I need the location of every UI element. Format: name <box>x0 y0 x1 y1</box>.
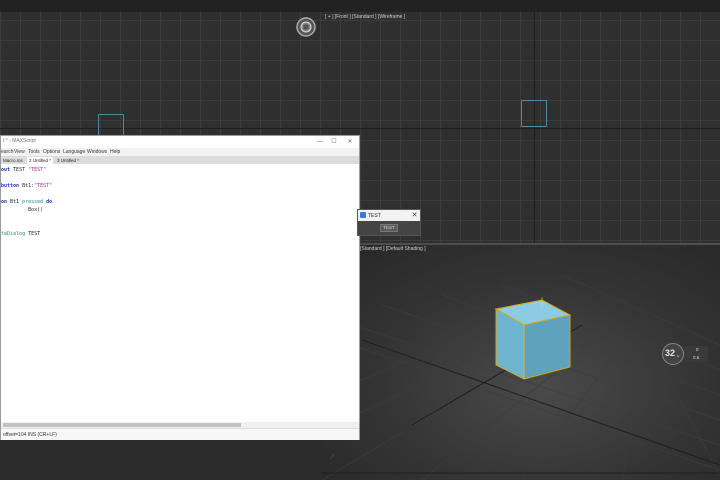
code-token: out <box>1 167 14 173</box>
tab-macro[interactable]: Macro.ms <box>1 157 25 164</box>
left-viewport-area <box>0 440 322 480</box>
code-line: out TEST "TEST" <box>1 166 46 174</box>
dialog-title: TEST <box>368 213 381 219</box>
code-token: pressed <box>22 199 47 205</box>
code-token: teDialog <box>1 231 29 237</box>
code-line: button Bt1:"TEST" <box>1 182 52 190</box>
code-line: Box() <box>1 206 43 214</box>
box-wireframe-outline[interactable] <box>521 100 547 127</box>
code-token: Box() <box>1 207 44 213</box>
code-token: "TEST" <box>34 183 53 189</box>
editor-menu-bar: earch View Tools Options Language Window… <box>1 148 359 156</box>
code-token: "TEST" <box>28 167 47 173</box>
gauge-line2: 0.6 <box>693 355 700 360</box>
code-token: Bt1 <box>10 199 23 205</box>
menu-language[interactable]: Language <box>63 149 85 155</box>
code-token: button <box>1 183 23 189</box>
tab-untitled-3[interactable]: 3 Untitled * <box>55 157 81 164</box>
grid-axis-vertical <box>534 12 535 244</box>
test-button[interactable]: TEST <box>380 224 398 232</box>
minimize-button[interactable]: — <box>315 137 325 147</box>
front-viewport-label[interactable]: [ + ] [Front ] [Standard ] [Wireframe ] <box>325 14 405 20</box>
scrollbar-thumb[interactable] <box>3 423 241 427</box>
close-button[interactable]: ✕ <box>345 137 355 147</box>
menu-search[interactable]: earch <box>1 149 14 155</box>
selected-box-object[interactable] <box>492 295 574 381</box>
menu-help[interactable]: Help <box>110 149 120 155</box>
menu-options[interactable]: Options <box>43 149 60 155</box>
status-text: offset=104 INS (CR+LF) <box>3 432 57 438</box>
perspective-viewport-label[interactable]: [Standard ] [Default Shading ] <box>360 246 426 252</box>
axis-tripod-icon: ⟋ <box>330 455 335 461</box>
status-bar: offset=104 INS (CR+LF) <box>1 428 359 440</box>
menu-tools[interactable]: Tools <box>28 149 40 155</box>
code-line: on Bt1 pressed do <box>1 198 52 206</box>
maxscript-editor-window[interactable]: t * - MAXScript — ☐ ✕ earch View Tools O… <box>0 135 360 440</box>
gauge-line1: 0 <box>696 347 699 352</box>
code-token: do <box>46 199 53 205</box>
gauge-widget[interactable]: 32 s 0 0.6 <box>662 343 710 365</box>
menu-windows[interactable]: Windows <box>87 149 107 155</box>
gauge-value: 32 <box>665 348 676 358</box>
gauge-unit: s <box>677 353 679 358</box>
steering-wheel-icon[interactable] <box>295 16 317 38</box>
maxscript-icon <box>360 212 366 218</box>
dialog-title-bar[interactable]: TEST ✕ <box>358 210 420 221</box>
code-token: Bt1: <box>22 183 35 189</box>
maximize-button[interactable]: ☐ <box>329 137 339 147</box>
editor-title: t * - MAXScript <box>3 138 36 144</box>
code-editor[interactable]: out TEST "TEST" button Bt1:"TEST" on Bt1 p… <box>1 164 359 422</box>
menu-view[interactable]: View <box>14 149 25 155</box>
code-token: on <box>1 199 11 205</box>
editor-tab-bar: Macro.ms 2 Untitled * 3 Untitled * <box>1 156 359 164</box>
code-token: TEST <box>28 231 41 237</box>
code-line: teDialog TEST <box>1 230 40 238</box>
tab-untitled-2[interactable]: 2 Untitled * <box>27 157 54 164</box>
test-rollout-dialog[interactable]: TEST ✕ TEST <box>357 209 421 236</box>
perspective-viewport[interactable]: [Standard ] [Default Shading ] ⟋ <box>322 245 720 480</box>
code-token: TEST <box>13 167 29 173</box>
dialog-close-button[interactable]: ✕ <box>410 211 419 220</box>
